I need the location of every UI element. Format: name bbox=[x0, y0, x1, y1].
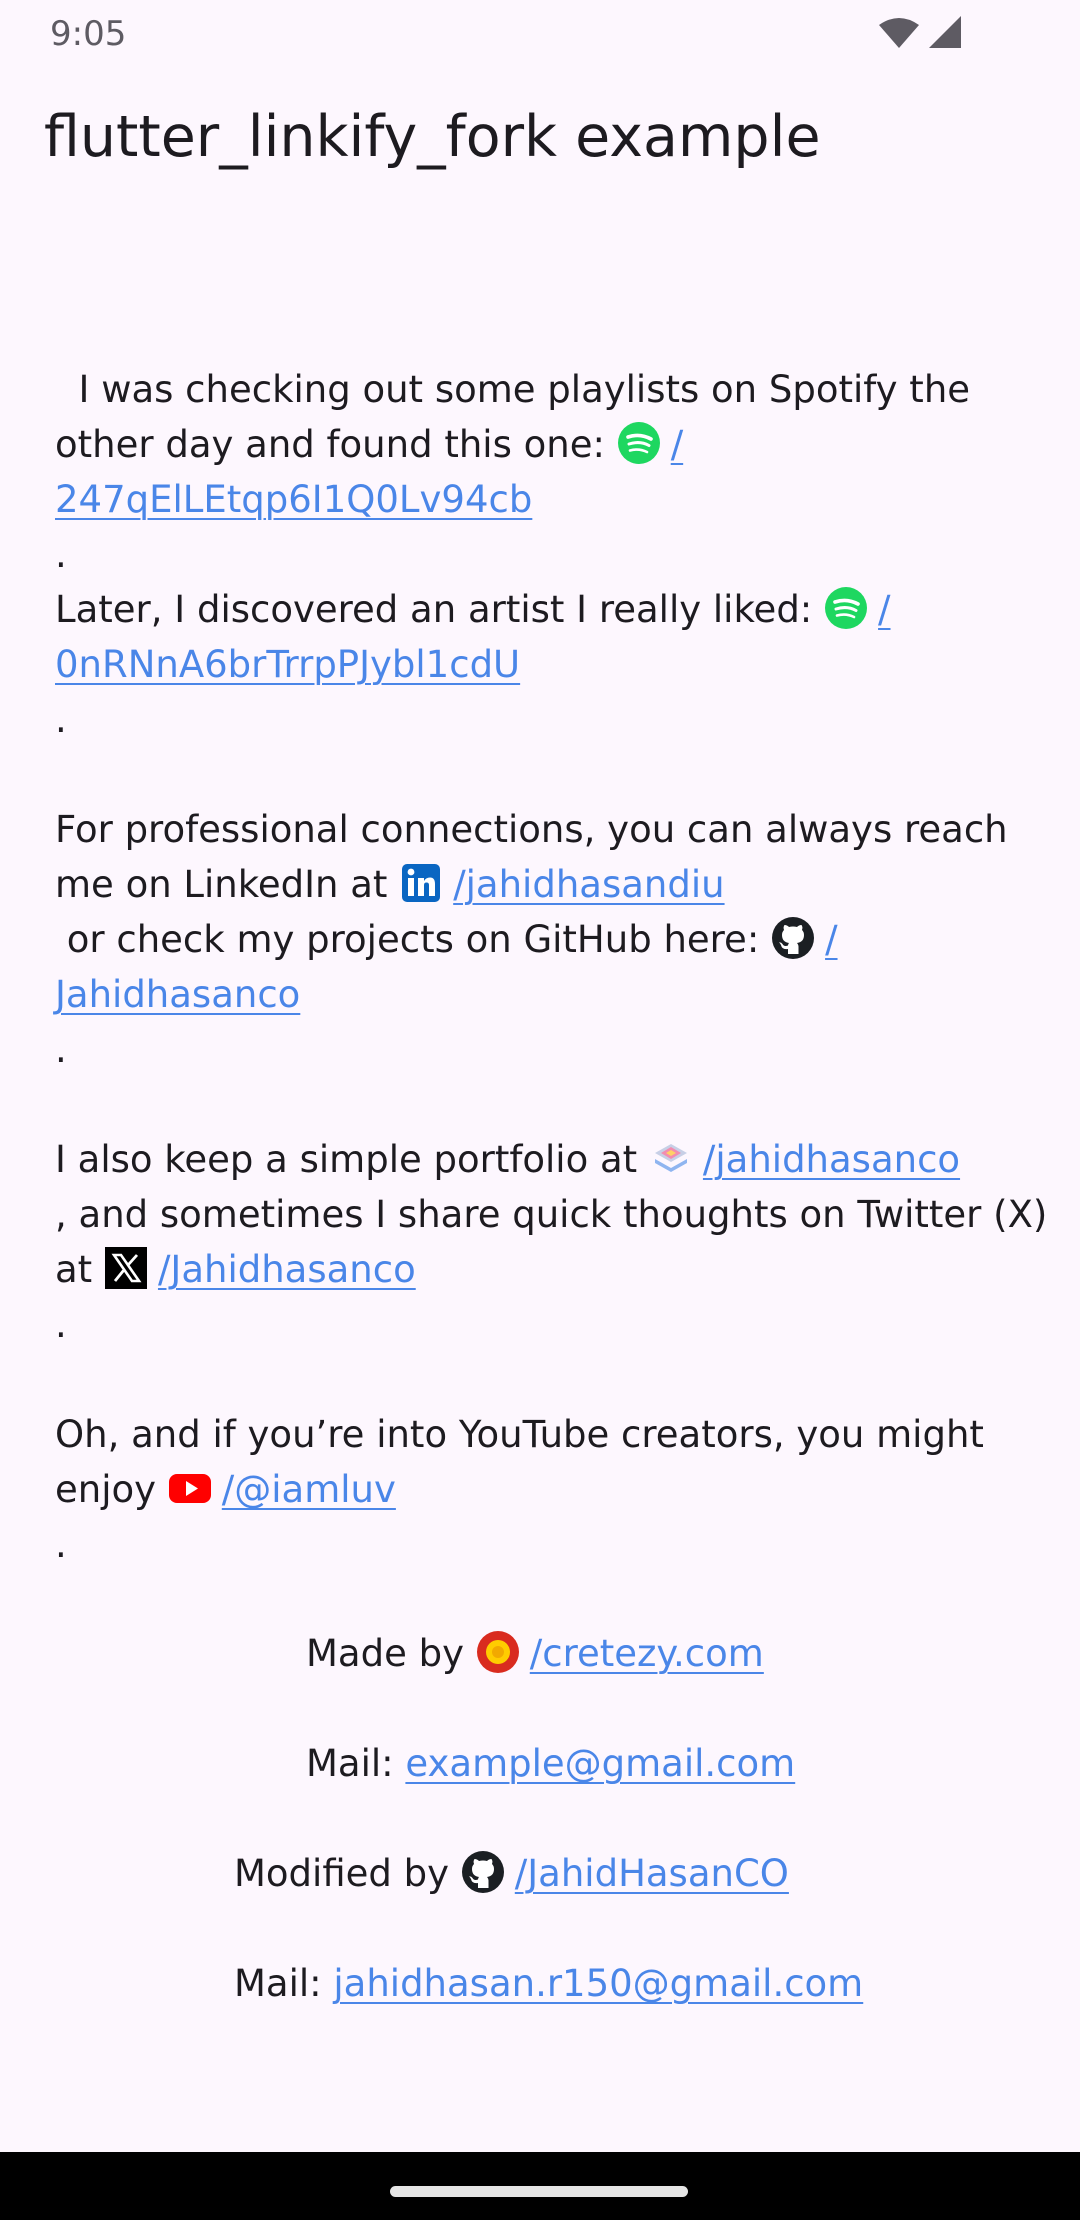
email-link-jahidhasan[interactable]: jahidhasan.r150@gmail.com bbox=[333, 1962, 863, 2005]
twitter-link[interactable]: /Jahidhasanco bbox=[158, 1248, 416, 1291]
navigation-bar bbox=[0, 2152, 1080, 2220]
status-time: 9:05 bbox=[50, 14, 127, 54]
cretezy-link[interactable]: /cretezy.com bbox=[530, 1632, 764, 1675]
linkified-text: I was checking out some playlists on Spo… bbox=[55, 362, 1047, 1572]
text-line: other day and found this one: / bbox=[55, 417, 1025, 472]
text-segment: Later, I discovered an artist I really l… bbox=[55, 588, 813, 631]
youtube-icon bbox=[168, 1466, 212, 1510]
text-line: . bbox=[55, 1517, 1025, 1572]
text-segment: enjoy bbox=[55, 1468, 157, 1511]
github-link[interactable]: / bbox=[825, 918, 837, 961]
text-segment: . bbox=[55, 698, 67, 741]
modified-by-label: Modified by bbox=[234, 1852, 450, 1895]
cretezy-icon bbox=[476, 1630, 520, 1674]
mail-label: Mail: bbox=[306, 1742, 394, 1785]
linkedin-link[interactable]: /jahidhasandiu bbox=[453, 863, 724, 906]
mail-line-2: Mail: jahidhasan.r150@gmail.com bbox=[234, 1956, 863, 2011]
spotify-artist-link[interactable]: / bbox=[878, 588, 890, 631]
text-line: Jahidhasanco bbox=[55, 967, 1025, 1022]
text-line: . bbox=[55, 1297, 1025, 1352]
text-segment: Oh, and if you’re into YouTube creators,… bbox=[55, 1413, 984, 1456]
text-segment: I also keep a simple portfolio at bbox=[55, 1138, 638, 1181]
text-line: . bbox=[55, 527, 1025, 582]
made-by-line: Made by /cretezy.com bbox=[306, 1626, 764, 1681]
mail-label: Mail: bbox=[234, 1962, 322, 2005]
text-segment: , and sometimes I share quick thoughts o… bbox=[55, 1193, 1048, 1236]
app-bar-title: flutter_linkify_fork example bbox=[44, 104, 821, 170]
text-line: me on LinkedIn at /jahidhasandiu bbox=[55, 857, 1025, 912]
portfolio-icon bbox=[649, 1136, 693, 1180]
spotify-playlist-link-continued[interactable]: 247qElLEtqp6I1Q0Lv94cb bbox=[55, 478, 532, 521]
text-segment: . bbox=[55, 1303, 67, 1346]
text-segment: me on LinkedIn at bbox=[55, 863, 388, 906]
github-link-continued[interactable]: Jahidhasanco bbox=[55, 973, 300, 1016]
text-segment: For professional connections, you can al… bbox=[55, 808, 1008, 851]
text-segment: . bbox=[55, 1028, 67, 1071]
spotify-artist-link-continued[interactable]: 0nRNnA6brTrrpPJybl1cdU bbox=[55, 643, 520, 686]
x-twitter-icon bbox=[104, 1246, 148, 1290]
modified-by-github-link[interactable]: /JahidHasanCO bbox=[515, 1852, 789, 1895]
github-icon bbox=[771, 916, 815, 960]
status-icons bbox=[878, 15, 962, 49]
text-segment: I was checking out some playlists on Spo… bbox=[55, 368, 971, 411]
text-line: , and sometimes I share quick thoughts o… bbox=[55, 1187, 1047, 1242]
spotify-playlist-link[interactable]: / bbox=[671, 423, 683, 466]
text-line: . bbox=[55, 692, 1025, 747]
home-gesture-handle[interactable] bbox=[390, 2186, 688, 2197]
linkedin-icon bbox=[399, 861, 443, 905]
text-segment: . bbox=[55, 1523, 67, 1566]
text-line: . bbox=[55, 1022, 1025, 1077]
youtube-link[interactable]: /@iamluv bbox=[222, 1468, 396, 1511]
portfolio-link[interactable]: /jahidhasanco bbox=[703, 1138, 960, 1181]
text-segment: or check my projects on GitHub here: bbox=[55, 918, 760, 961]
email-link-example[interactable]: example@gmail.com bbox=[405, 1742, 795, 1785]
text-line: 0nRNnA6brTrrpPJybl1cdU bbox=[55, 637, 1025, 692]
spotify-icon bbox=[824, 586, 868, 630]
wifi-icon bbox=[879, 18, 919, 48]
text-line: For professional connections, you can al… bbox=[55, 802, 1025, 857]
status-bar: 9:05 bbox=[0, 0, 1080, 66]
text-line: at /Jahidhasanco bbox=[55, 1242, 1025, 1297]
github-icon bbox=[461, 1850, 505, 1894]
text-line: or check my projects on GitHub here: / bbox=[55, 912, 1025, 967]
text-line: I also keep a simple portfolio at /jahid… bbox=[55, 1132, 1025, 1187]
text-line: enjoy /@iamluv bbox=[55, 1462, 1025, 1517]
spotify-icon bbox=[617, 421, 661, 465]
signal-icon bbox=[929, 16, 961, 48]
text-segment: . bbox=[55, 533, 67, 576]
text-segment: other day and found this one: bbox=[55, 423, 605, 466]
text-line: 247qElLEtqp6I1Q0Lv94cb bbox=[55, 472, 1025, 527]
text-segment: at bbox=[55, 1248, 93, 1291]
text-line: Oh, and if you’re into YouTube creators,… bbox=[55, 1407, 1025, 1462]
mail-line-1: Mail: example@gmail.com bbox=[306, 1736, 795, 1791]
text-line: I was checking out some playlists on Spo… bbox=[55, 362, 1025, 417]
app-screen: 9:05 flutter_linkify_fork example I was … bbox=[0, 0, 1080, 2220]
modified-by-line: Modified by /JahidHasanCO bbox=[234, 1846, 789, 1901]
made-by-label: Made by bbox=[306, 1632, 464, 1675]
text-line: Later, I discovered an artist I really l… bbox=[55, 582, 1025, 637]
